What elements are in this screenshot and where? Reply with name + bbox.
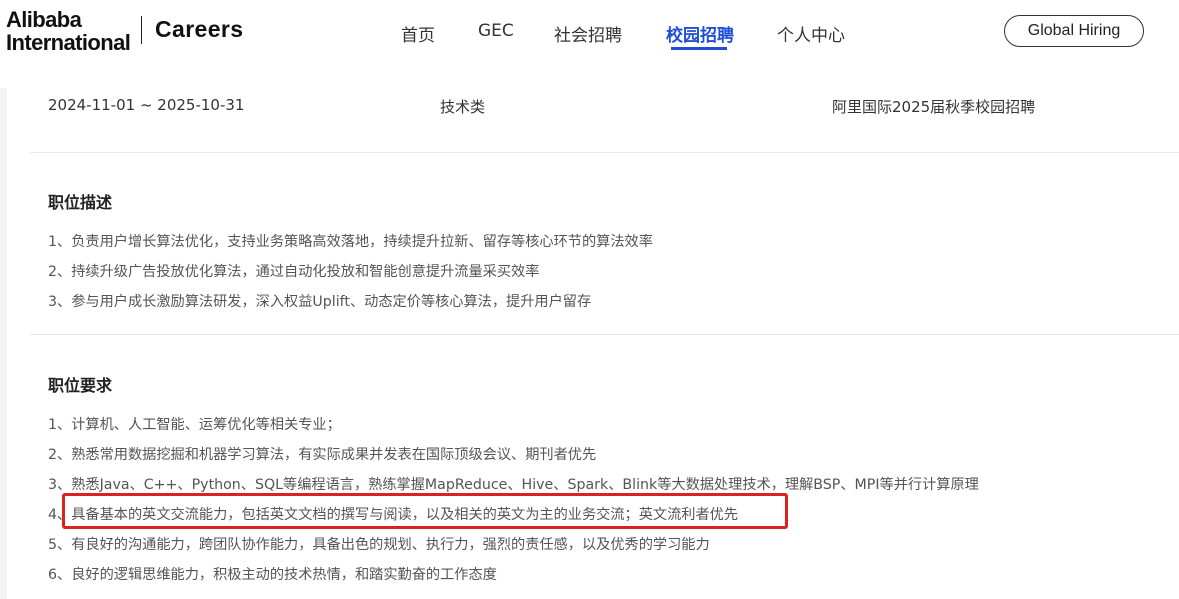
divider bbox=[30, 334, 1179, 335]
job-program: 阿里国际2025届秋季校园招聘 bbox=[832, 98, 1036, 116]
description-item: 3、参与用户成长激励算法研发，深入权益Uplift、动态定价等核心算法，提升用户… bbox=[48, 294, 592, 310]
global-hiring-button[interactable]: Global Hiring bbox=[1004, 15, 1144, 47]
main-nav: 首页 GEC 社会招聘 校园招聘 个人中心 bbox=[0, 21, 1179, 61]
requirements-title: 职位要求 bbox=[48, 376, 113, 395]
nav-social-recruitment[interactable]: 社会招聘 bbox=[554, 21, 622, 46]
left-gutter bbox=[0, 88, 7, 599]
active-nav-underline bbox=[671, 47, 727, 50]
nav-gec[interactable]: GEC bbox=[478, 21, 514, 41]
description-item: 1、负责用户增长算法优化，支持业务策略高效落地，持续提升拉新、留存等核心环节的算… bbox=[48, 234, 653, 250]
nav-campus-recruitment[interactable]: 校园招聘 bbox=[666, 21, 734, 46]
site-header: Alibaba International Careers 首页 GEC 社会招… bbox=[0, 0, 1179, 64]
requirement-item: 6、良好的逻辑思维能力，积极主动的技术热情，和踏实勤奋的工作态度 bbox=[48, 567, 497, 583]
divider bbox=[30, 152, 1179, 153]
requirement-item: 3、熟悉Java、C++、Python、SQL等编程语言，熟练掌握MapRedu… bbox=[48, 477, 979, 493]
highlight-box bbox=[62, 493, 788, 529]
job-category: 技术类 bbox=[440, 98, 486, 116]
job-date-range: 2024-11-01 ~ 2025-10-31 bbox=[48, 96, 245, 114]
nav-home[interactable]: 首页 bbox=[401, 21, 435, 46]
description-title: 职位描述 bbox=[48, 193, 113, 212]
requirement-item: 2、熟悉常用数据挖掘和机器学习算法，有实际成果并发表在国际顶级会议、期刊者优先 bbox=[48, 447, 597, 463]
requirement-item: 1、计算机、人工智能、运筹优化等相关专业； bbox=[48, 417, 341, 433]
requirement-item: 5、有良好的沟通能力，跨团队协作能力，具备出色的规划、执行力，强烈的责任感，以及… bbox=[48, 537, 710, 553]
nav-personal-center[interactable]: 个人中心 bbox=[777, 21, 845, 46]
description-item: 2、持续升级广告投放优化算法，通过自动化投放和智能创意提升流量采买效率 bbox=[48, 264, 540, 280]
